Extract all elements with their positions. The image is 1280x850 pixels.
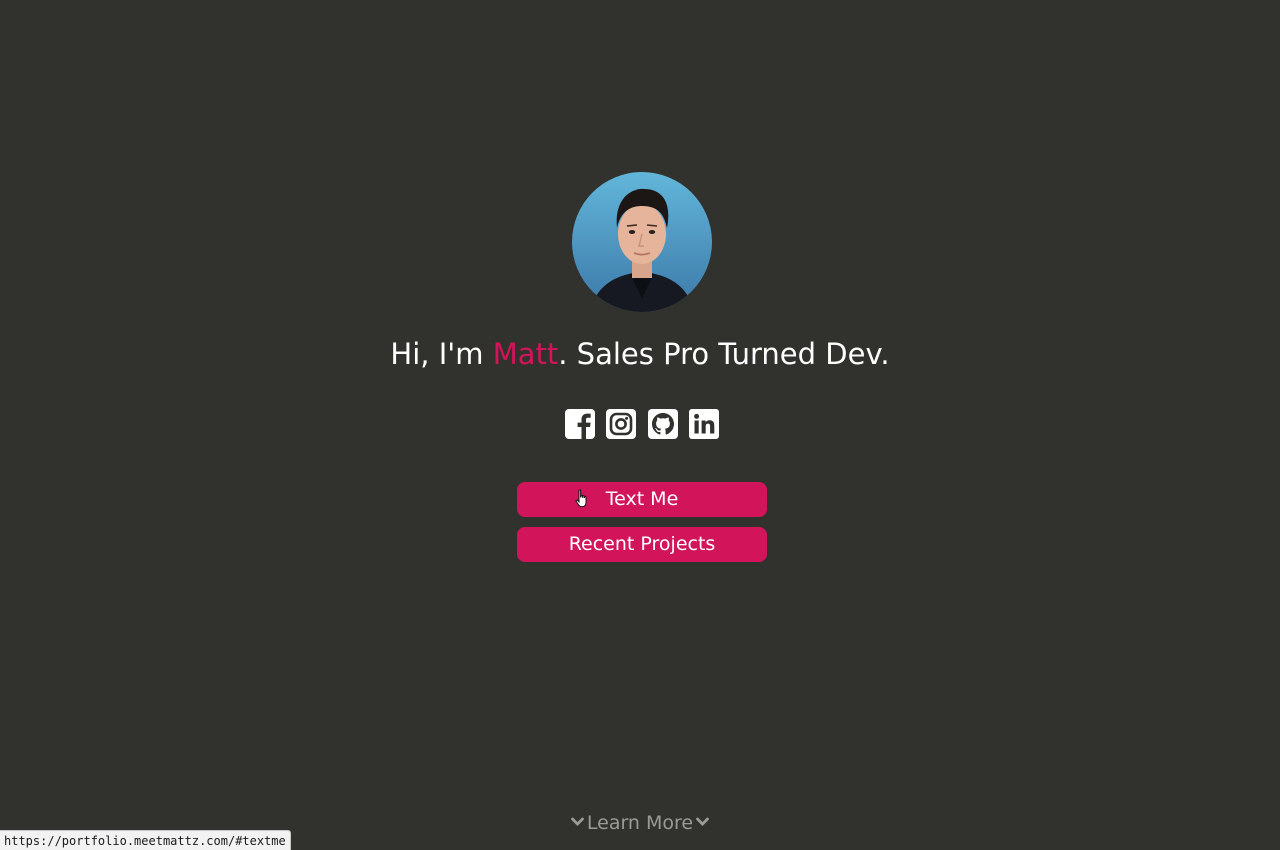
text-me-button[interactable]: Text Me [517, 482, 767, 517]
github-icon [647, 409, 678, 439]
github-link[interactable] [647, 408, 679, 440]
browser-status-bar: https://portfolio.meetmattz.com/#textme [0, 830, 291, 850]
linkedin-icon [688, 409, 719, 439]
chevron-down-icon [570, 817, 584, 826]
facebook-link[interactable] [564, 408, 596, 440]
facebook-icon [565, 409, 595, 439]
chevron-down-icon [696, 817, 710, 826]
instagram-icon [606, 409, 637, 439]
page-title: Hi, I'm Matt. Sales Pro Turned Dev. [0, 333, 1280, 375]
name-highlight: Matt [492, 337, 559, 371]
avatar-photo [572, 172, 712, 312]
linkedin-link[interactable] [688, 408, 720, 440]
avatar [572, 172, 712, 312]
instagram-link[interactable] [605, 408, 637, 440]
social-links [564, 408, 720, 440]
portfolio-page: Hi, I'm Matt. Sales Pro Turned Dev. Text… [0, 0, 1280, 850]
tagline-text: . Sales Pro Turned Dev. [558, 337, 890, 371]
learn-more-label: Learn More [586, 812, 694, 834]
recent-projects-button[interactable]: Recent Projects [517, 527, 767, 562]
greeting-text: Hi, I'm [390, 337, 493, 371]
